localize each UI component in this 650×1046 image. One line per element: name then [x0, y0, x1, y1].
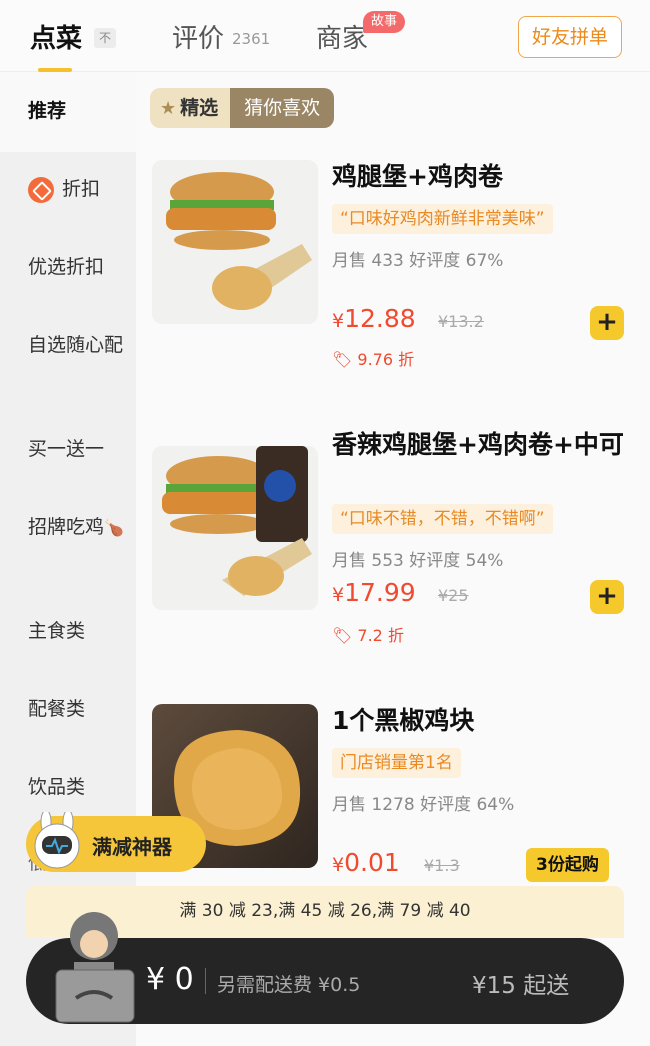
sidebar-item-custom-combo[interactable]: 自选随心配	[28, 332, 124, 358]
min-order-button[interactable]: 3份起购	[526, 848, 609, 882]
item-review-tag: “口味好鸡肉新鲜非常美味”	[332, 204, 553, 234]
promo-label[interactable]: 满减神器	[92, 831, 172, 860]
item-original-price: ¥13.2	[438, 312, 484, 331]
tab-merchant[interactable]: 商家	[316, 18, 368, 55]
sidebar-item-staple[interactable]: 主食类	[28, 618, 124, 644]
item-discount: 🏷 9.76 折	[332, 350, 415, 369]
filter-segment: ★ 精选 猜你喜欢	[150, 88, 335, 128]
tab-order[interactable]: 点菜	[30, 18, 82, 55]
drumstick-icon: 🍗	[104, 517, 124, 537]
menu-item[interactable]: 香辣鸡腿堡+鸡肉卷+中可 “口味不错，不错，不错啊” 月售 553 好评度 54…	[152, 428, 642, 658]
item-stats: 月售 433 好评度 67%	[332, 251, 504, 271]
sort-hint-icon[interactable]: 不	[94, 28, 116, 48]
item-price: ¥0.01	[332, 848, 400, 877]
item-title: 香辣鸡腿堡+鸡肉卷+中可	[332, 430, 624, 459]
story-badge: 故事	[363, 11, 406, 33]
discount-tag-icon: 🏷	[332, 626, 353, 645]
star-icon: ★	[160, 98, 177, 119]
item-image	[152, 446, 318, 610]
delivery-fee: 另需配送费 ¥0.5	[217, 974, 361, 996]
tab-reviews[interactable]: 评价	[172, 18, 224, 55]
filter-guess-you-like[interactable]: 猜你喜欢	[230, 88, 335, 128]
add-to-cart-button[interactable]: +	[590, 306, 624, 340]
discount-tag-icon	[28, 176, 54, 203]
sidebar-item-selected-discount[interactable]: 优选折扣	[28, 254, 124, 280]
item-review-tag: “口味不错，不错，不错啊”	[332, 504, 553, 534]
add-to-cart-button[interactable]: +	[590, 580, 624, 614]
item-title: 1个黑椒鸡块	[332, 706, 475, 735]
friend-group-order-button[interactable]: 好友拼单	[518, 16, 622, 58]
sidebar-item-sides[interactable]: 配餐类	[28, 696, 124, 722]
cart-divider	[205, 968, 206, 994]
sidebar-item-signature-chicken[interactable]: 招牌吃鸡🍗	[28, 514, 124, 541]
sidebar-item-discount[interactable]: 折扣	[28, 176, 124, 203]
item-image	[152, 160, 318, 324]
top-tab-bar: 点菜 不 评价 2361 商家 故事 好友拼单	[0, 0, 650, 72]
item-price: ¥17.99	[332, 578, 416, 607]
item-price: ¥12.88	[332, 304, 416, 333]
discount-tag-icon: 🏷	[332, 350, 353, 369]
robot-mascot-icon	[34, 812, 80, 869]
reviews-count: 2361	[232, 30, 271, 48]
item-original-price: ¥25	[438, 586, 469, 605]
item-original-price: ¥1.3	[424, 856, 460, 875]
menu-item[interactable]: 1个黑椒鸡块 门店销量第1名 月售 1278 好评度 64% ¥0.01 ¥1.…	[152, 704, 642, 882]
item-stats: 月售 553 好评度 54%	[332, 551, 504, 571]
item-discount: 🏷 7.2 折	[332, 626, 404, 645]
menu-item[interactable]: 鸡腿堡+鸡肉卷 “口味好鸡肉新鲜非常美味” 月售 433 好评度 67% ¥12…	[152, 160, 642, 390]
min-order-amount: ¥15 起送	[472, 973, 570, 999]
filter-featured[interactable]: ★ 精选	[150, 88, 231, 128]
delivery-rider-icon	[55, 912, 135, 1023]
item-stats: 月售 1278 好评度 64%	[332, 795, 515, 815]
item-title: 鸡腿堡+鸡肉卷	[332, 162, 503, 191]
sidebar-item-recommend[interactable]: 推荐	[28, 98, 124, 124]
sidebar-item-bogo[interactable]: 买一送一	[28, 436, 124, 462]
cart-total: ¥ 0	[146, 962, 194, 997]
item-sales-tag: 门店销量第1名	[332, 748, 461, 778]
sidebar-item-drinks[interactable]: 饮品类	[28, 774, 124, 800]
